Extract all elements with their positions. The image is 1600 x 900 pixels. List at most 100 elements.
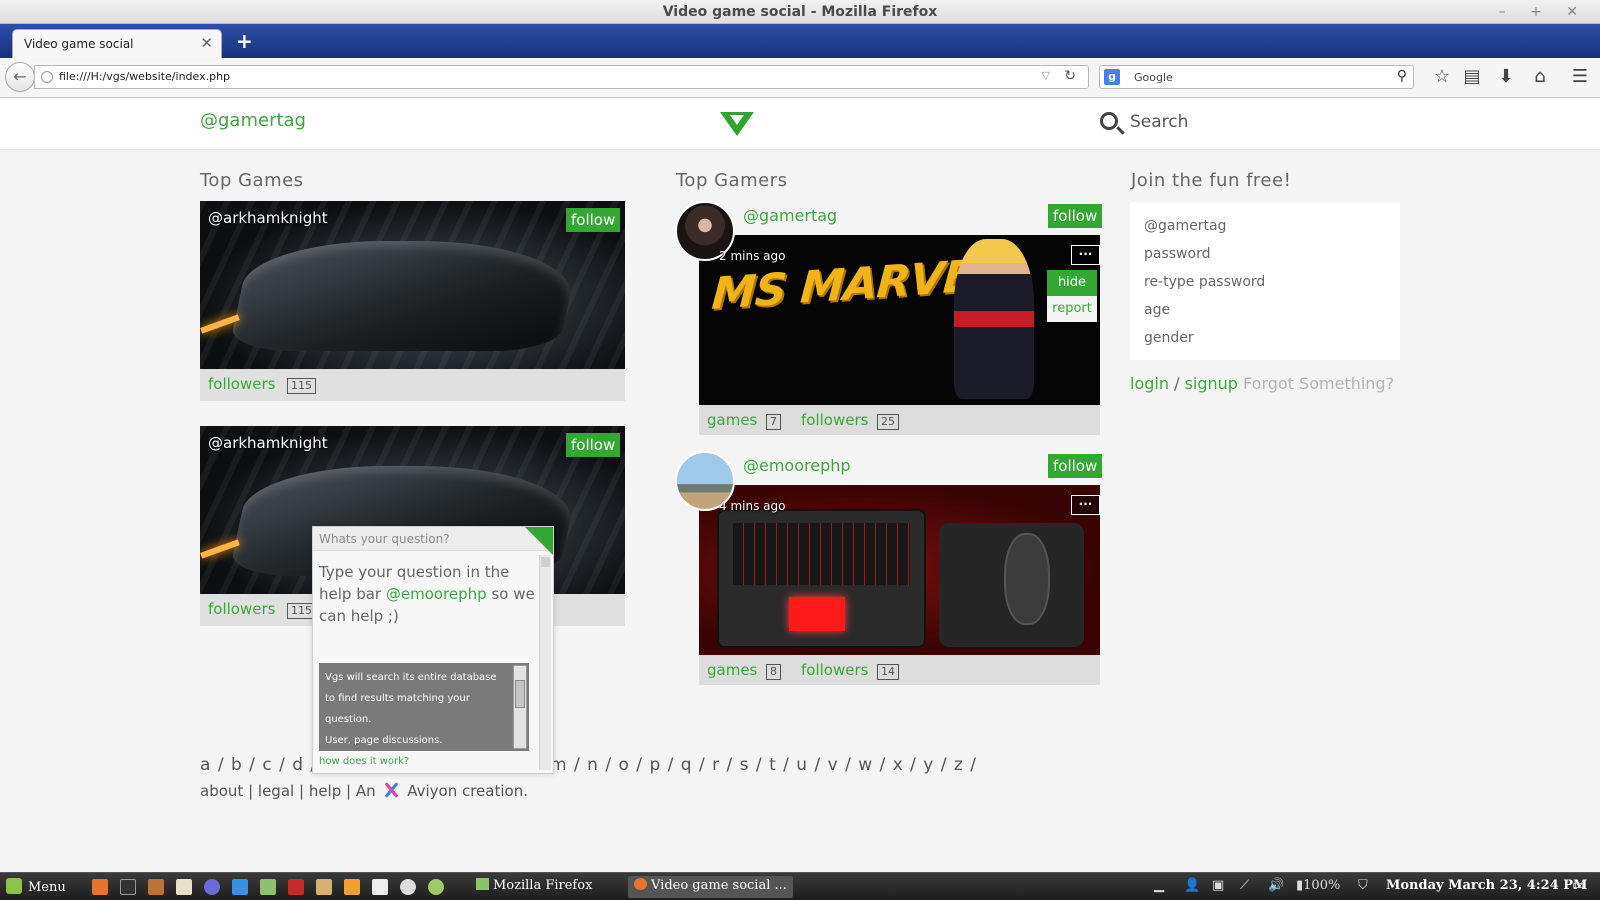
volume-icon[interactable]: 🔊 [1268, 878, 1284, 893]
letter-link-q[interactable]: q [681, 755, 692, 775]
document-launcher-icon[interactable] [372, 879, 388, 895]
writer-launcher-icon[interactable] [232, 879, 248, 895]
letter-link-y[interactable]: y [923, 755, 933, 775]
new-tab-icon[interactable]: + [236, 29, 253, 53]
url-text[interactable]: file:///H:/vgs/website/index.php [59, 70, 230, 83]
game-handle[interactable]: @arkhamknight [208, 434, 328, 452]
report-menu-item[interactable]: report [1047, 296, 1097, 322]
letter-link-o[interactable]: o [618, 755, 628, 775]
media-launcher-icon[interactable] [400, 879, 416, 895]
help-corner-icon[interactable] [525, 527, 553, 555]
back-button[interactable]: ← [5, 62, 35, 92]
taskbar-item-video-game-social[interactable]: Video game social ... [628, 876, 793, 898]
firefox-launcher-icon[interactable] [92, 879, 108, 895]
folder-launcher-icon[interactable] [260, 879, 276, 895]
home-icon[interactable]: ⌂ [1528, 66, 1552, 87]
site-search-button[interactable]: Search [1130, 112, 1188, 132]
url-bar[interactable]: file:///H:/vgs/website/index.php ▽ ↻ [34, 65, 1089, 89]
clock[interactable]: Monday March 23, 4:24 PM [1386, 878, 1587, 893]
bookmarks-menu-icon[interactable]: ▤ [1460, 66, 1484, 87]
gamer-handle[interactable]: @emoorephp [743, 456, 851, 475]
window-controls[interactable]: – + ✕ [1499, 0, 1588, 24]
network-launcher-icon[interactable] [428, 879, 444, 895]
follow-button[interactable]: follow [566, 208, 621, 232]
followers-label[interactable]: followers [208, 600, 275, 618]
letter-link-p[interactable]: p [649, 755, 660, 775]
downloads-icon[interactable]: ⬇ [1494, 66, 1518, 87]
games-label[interactable]: games [707, 411, 757, 429]
hamburger-menu-icon[interactable]: ☰ [1568, 66, 1592, 87]
password-field[interactable]: password [1144, 246, 1210, 262]
legal-link[interactable]: legal [258, 782, 294, 800]
letter-link-r[interactable]: r [712, 755, 719, 775]
letter-link-c[interactable]: c [262, 755, 271, 775]
letter-link-b[interactable]: b [231, 755, 242, 775]
google-icon[interactable]: g [1104, 69, 1120, 85]
reload-icon[interactable]: ↻ [1064, 68, 1076, 84]
about-link[interactable]: about [200, 782, 243, 800]
followers-label[interactable]: followers [208, 375, 275, 393]
pidgin-launcher-icon[interactable] [204, 879, 220, 895]
letter-link-w[interactable]: w [858, 755, 872, 775]
battery-indicator[interactable]: ▮100% [1296, 878, 1340, 893]
letter-link-z[interactable]: z [954, 755, 963, 775]
game-handle[interactable]: @arkhamknight [208, 209, 328, 227]
gamertag-field[interactable]: @gamertag [1144, 218, 1226, 234]
forgot-link[interactable]: Forgot Something? [1243, 374, 1394, 393]
help-question-input[interactable]: Whats your question? [319, 532, 450, 546]
tab-video-game-social[interactable]: Video game social ✕ [12, 29, 222, 58]
followers-label[interactable]: followers [801, 661, 868, 679]
game-card[interactable]: @arkhamknight follow followers 115 [200, 201, 625, 401]
close-tab-icon[interactable]: ✕ [200, 34, 213, 52]
signup-link[interactable]: signup [1185, 374, 1238, 393]
bookmark-star-icon[interactable]: ☆ [1430, 66, 1454, 87]
hide-menu-item[interactable]: hide [1047, 270, 1097, 296]
info-scrollbar[interactable] [513, 665, 527, 749]
aviyon-logo-icon[interactable] [382, 782, 400, 798]
shield-icon[interactable]: ⛉ [1358, 878, 1368, 893]
network-icon[interactable]: ⟋ [1240, 878, 1249, 893]
more-options-icon[interactable]: ··· [1071, 245, 1100, 265]
search-go-icon[interactable]: ⚲ [1397, 68, 1407, 84]
notification-icon[interactable]: ▭ [1572, 878, 1584, 893]
letter-link-d[interactable]: d [292, 755, 303, 775]
search-icon[interactable] [1100, 112, 1118, 130]
site-brand[interactable]: @gamertag [200, 110, 306, 131]
follow-button[interactable]: follow [1048, 454, 1103, 478]
help-link[interactable]: help [309, 782, 341, 800]
letter-link-a[interactable]: a [200, 755, 210, 775]
follow-button[interactable]: follow [566, 433, 621, 457]
follow-button[interactable]: follow [1048, 204, 1103, 228]
notes-launcher-icon[interactable] [176, 879, 192, 895]
gender-field[interactable]: gender [1144, 330, 1194, 346]
letter-link-s[interactable]: s [740, 755, 749, 775]
letter-link-x[interactable]: x [893, 755, 903, 775]
taskbar-item-firefox[interactable]: Mozilla Firefox [470, 876, 598, 898]
followers-label[interactable]: followers [801, 411, 868, 429]
retype-password-field[interactable]: re-type password [1144, 274, 1265, 290]
letter-link-u[interactable]: u [796, 755, 807, 775]
age-field[interactable]: age [1144, 302, 1170, 318]
archive-launcher-icon[interactable] [316, 879, 332, 895]
site-logo-icon[interactable] [720, 112, 754, 136]
show-desktop-icon[interactable]: ▁ [1154, 878, 1164, 893]
browser-search-bar[interactable]: g Google ⚲ [1099, 65, 1414, 89]
gamer-handle[interactable]: @gamertag [743, 206, 837, 225]
filezilla-launcher-icon[interactable] [288, 879, 304, 895]
login-link[interactable]: login [1130, 374, 1169, 393]
start-menu-button[interactable]: Menu [6, 878, 66, 895]
more-options-icon[interactable]: ··· [1071, 495, 1100, 515]
letter-link-t[interactable]: t [769, 755, 776, 775]
credit-text[interactable]: Aviyon creation. [407, 782, 528, 800]
games-label[interactable]: games [707, 661, 757, 679]
paint-launcher-icon[interactable] [344, 879, 360, 895]
how-it-works-link[interactable]: how does it work? [319, 756, 409, 767]
url-dropdown-icon[interactable]: ▽ [1042, 69, 1050, 82]
user-icon[interactable]: 👤 [1184, 878, 1200, 893]
letter-link-n[interactable]: n [587, 755, 598, 775]
letter-link-v[interactable]: v [828, 755, 838, 775]
terminal-launcher-icon[interactable] [120, 879, 136, 895]
help-scrollbar[interactable] [539, 555, 551, 770]
clipboard-icon[interactable]: ▣ [1212, 878, 1224, 893]
files-launcher-icon[interactable] [148, 879, 164, 895]
